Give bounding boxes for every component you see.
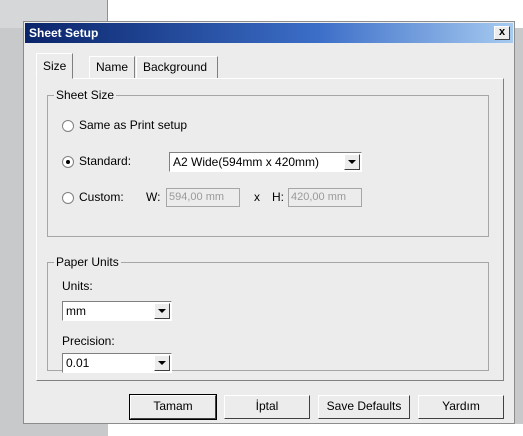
standard-radio[interactable] — [62, 156, 74, 168]
chevron-down-icon[interactable] — [344, 154, 360, 170]
ok-button[interactable]: Tamam — [129, 394, 217, 420]
units-label: Units: — [62, 279, 93, 293]
chevron-down-icon[interactable] — [154, 303, 170, 319]
sheet-size-group: Sheet Size Same as Print setup Standard:… — [47, 88, 489, 237]
width-label: W: — [146, 190, 161, 204]
custom-label[interactable]: Custom: — [79, 190, 124, 204]
standard-label[interactable]: Standard: — [79, 154, 131, 168]
background-canvas-bottom — [108, 424, 523, 436]
paper-units-group-label: Paper Units — [54, 255, 121, 269]
standard-size-select[interactable]: A2 Wide(594mm x 420mm) — [169, 152, 362, 172]
dialog-title: Sheet Setup — [29, 26, 99, 40]
height-input[interactable]: 420,00 mm — [288, 188, 362, 207]
tab-background[interactable]: Background — [136, 56, 218, 78]
custom-radio[interactable] — [62, 192, 74, 204]
paper-units-group: Paper Units Units: mm Precision: 0.01 — [47, 255, 489, 373]
precision-select[interactable]: 0.01 — [62, 353, 172, 373]
cancel-button[interactable]: İptal — [224, 395, 310, 419]
save-defaults-button[interactable]: Save Defaults — [318, 395, 410, 419]
help-button[interactable]: Yardım — [418, 395, 504, 419]
close-button[interactable]: x — [494, 26, 510, 40]
size-tab-panel: Sheet Size Same as Print setup Standard:… — [36, 78, 504, 381]
units-select[interactable]: mm — [62, 301, 172, 321]
title-bar[interactable]: Sheet Setup x — [25, 23, 513, 43]
same-as-print-radio[interactable] — [62, 120, 74, 132]
chevron-down-icon[interactable] — [154, 355, 170, 371]
same-as-print-label[interactable]: Same as Print setup — [79, 118, 187, 132]
tab-name[interactable]: Name — [89, 56, 135, 78]
precision-label: Precision: — [62, 334, 115, 348]
dimension-separator: x — [254, 190, 260, 204]
tab-size[interactable]: Size — [36, 53, 74, 79]
units-value: mm — [66, 304, 86, 318]
sheet-size-group-label: Sheet Size — [54, 88, 117, 102]
width-input[interactable]: 594,00 mm — [166, 188, 240, 207]
standard-size-value: A2 Wide(594mm x 420mm) — [173, 155, 320, 169]
precision-value: 0.01 — [66, 356, 90, 370]
sheet-setup-dialog: Sheet Setup x Size Name Background Sheet… — [23, 21, 515, 424]
height-label: H: — [272, 190, 284, 204]
